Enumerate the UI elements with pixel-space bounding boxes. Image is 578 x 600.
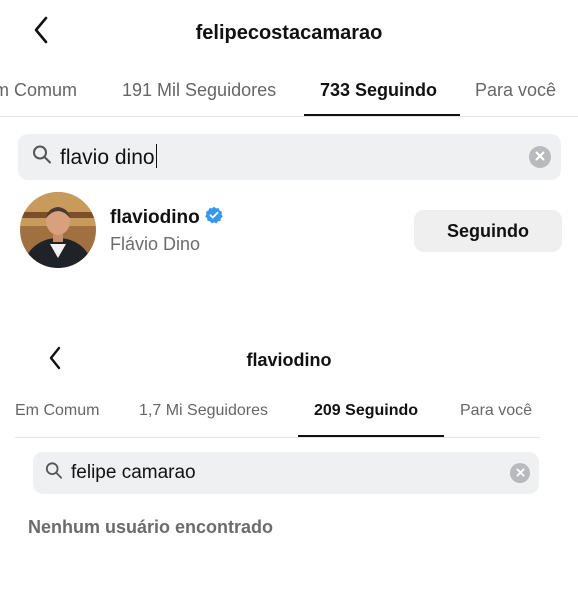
tab-para-voce[interactable]: Para você	[475, 80, 556, 101]
tab-bar: m Comum 191 Mil Seguidores 733 Seguindo …	[0, 80, 578, 120]
tab-em-comum[interactable]: Em Comum	[15, 402, 99, 420]
following-panel-bottom: flaviodino Em Comum 1,7 Mi Seguidores 20…	[0, 330, 578, 600]
username-line: flaviodino	[110, 206, 223, 229]
search-input[interactable]: felipe camarao	[71, 462, 196, 484]
tabs-divider	[0, 116, 578, 117]
tab-em-comum[interactable]: m Comum	[0, 80, 77, 101]
clear-x-icon	[535, 148, 545, 166]
tab-seguidores[interactable]: 1,7 Mi Seguidores	[139, 402, 268, 420]
tab-seguidores[interactable]: 191 Mil Seguidores	[122, 80, 276, 101]
username[interactable]: flaviodino	[110, 207, 200, 229]
clear-x-icon	[515, 464, 525, 482]
following-panel-top: felipecostacamarao m Comum 191 Mil Segui…	[0, 0, 578, 300]
top-header: felipecostacamarao	[0, 8, 578, 58]
page-title: flaviodino	[246, 350, 332, 370]
user-result-row[interactable]: flaviodino Flávio Dino Seguindo	[0, 192, 578, 272]
bottom-header: flaviodino	[0, 334, 578, 384]
search-icon	[32, 145, 52, 170]
tab-seguindo[interactable]: 733 Seguindo	[320, 80, 437, 101]
tab-seguindo[interactable]: 209 Seguindo	[314, 402, 418, 420]
full-name: Flávio Dino	[110, 234, 201, 254]
tabs-divider	[15, 437, 540, 438]
empty-state-message: Nenhum usuário encontrado	[28, 517, 274, 537]
search-bar[interactable]: flavio dino	[18, 134, 561, 180]
clear-search-button[interactable]	[510, 463, 530, 483]
tab-bar: Em Comum 1,7 Mi Seguidores 209 Seguindo …	[0, 402, 578, 440]
search-query: flavio dino	[60, 146, 155, 169]
clear-search-button[interactable]	[529, 146, 551, 168]
tab-para-voce[interactable]: Para você	[460, 402, 532, 420]
search-input[interactable]: flavio dino	[60, 144, 158, 170]
text-caret	[155, 144, 158, 168]
following-button[interactable]: Seguindo	[414, 210, 562, 252]
page-title: felipecostacamarao	[195, 22, 383, 44]
search-bar[interactable]: felipe camarao	[33, 452, 539, 494]
search-icon	[45, 462, 63, 485]
verified-badge-icon	[204, 206, 223, 229]
avatar[interactable]	[20, 192, 96, 268]
